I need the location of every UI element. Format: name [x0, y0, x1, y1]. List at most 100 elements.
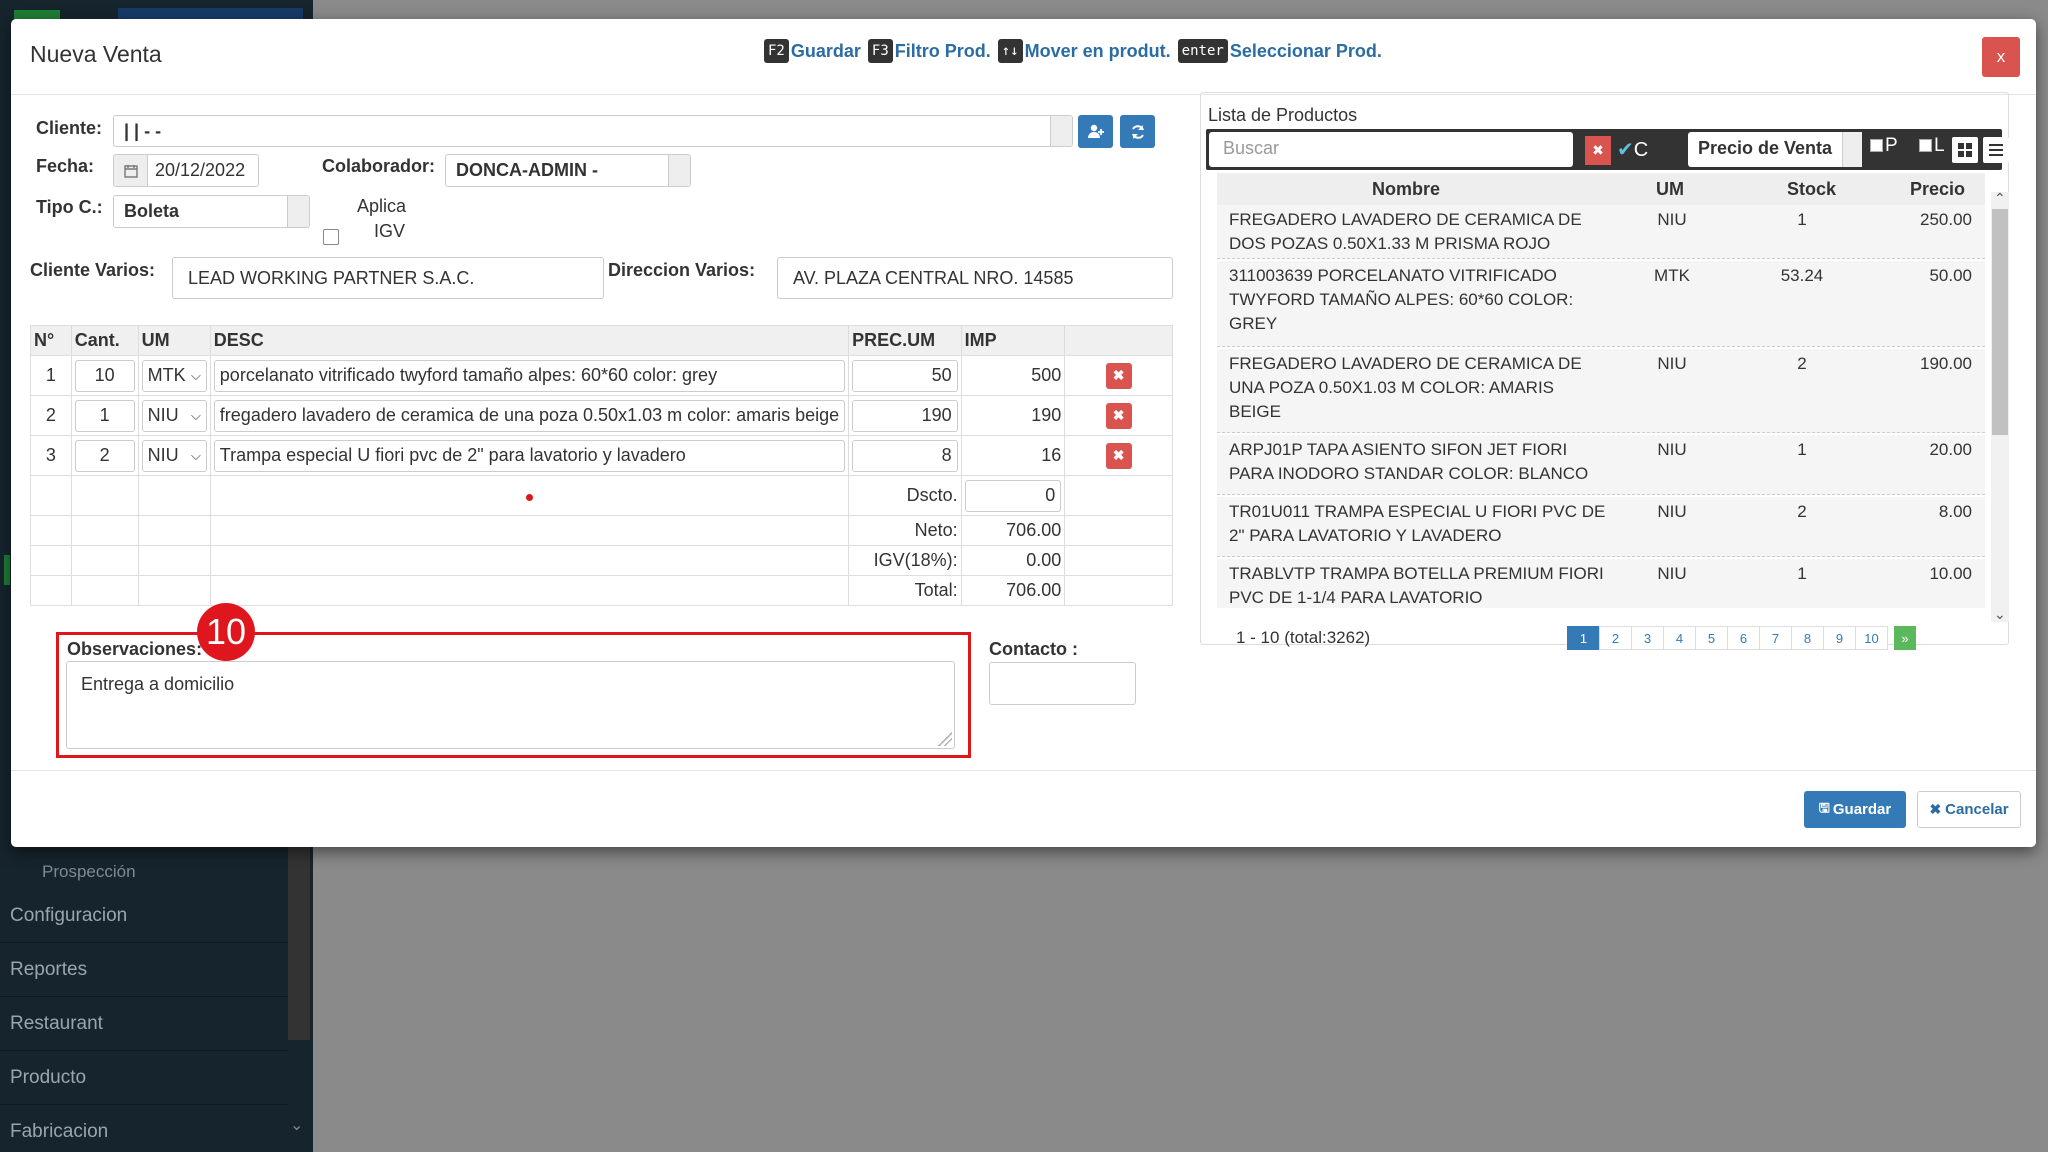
l-filter-toggle[interactable]: L	[1919, 135, 1945, 157]
shortcut-seleccionar: Seleccionar Prod.	[1229, 40, 1382, 61]
colaborador-select[interactable]: DONCA-ADMIN -	[445, 154, 691, 187]
um-select[interactable]: MTK ⌵	[141, 359, 207, 392]
delete-row-button[interactable]: ✖	[1105, 362, 1132, 389]
calendar-icon[interactable]	[114, 155, 148, 186]
page-10[interactable]: 10	[1855, 626, 1888, 650]
shortcut-key-enter: enter	[1177, 39, 1228, 63]
sidebar-scroll-down-icon[interactable]: ⌄	[290, 1115, 303, 1135]
tipo-comprobante-label: Tipo C.:	[36, 197, 103, 217]
tipo-comprobante-select[interactable]: Boleta	[113, 195, 310, 228]
col-header-um: UM	[1656, 179, 1684, 199]
col-header-cant: Cant.	[70, 325, 139, 356]
next-page-button[interactable]: »	[1894, 626, 1916, 650]
product-stock: 2	[1797, 502, 1807, 521]
modal-header: Nueva Venta F2 Guardar F3 Filtro Prod. ↑↓ M…	[11, 19, 2036, 95]
save-button[interactable]: 🖫 Guardar	[1804, 791, 1906, 828]
product-list-title: Lista de Productos	[1208, 105, 1358, 125]
product-name: FREGADERO LAVADERO DE CERAMICA DE UNA PO…	[1229, 354, 1582, 421]
c-filter-toggle[interactable]: ✔C	[1617, 137, 1648, 162]
price-type-dropdown-icon[interactable]	[1842, 132, 1862, 167]
product-stock: 53.24	[1780, 266, 1824, 285]
price-type-select[interactable]: Precio de Venta	[1688, 132, 1862, 167]
delete-row-button[interactable]: ✖	[1105, 402, 1132, 429]
list-view-button[interactable]	[1983, 137, 2009, 163]
cliente-varios-input[interactable]: LEAD WORKING PARTNER S.A.C.	[172, 257, 604, 299]
product-scrollbar-thumb[interactable]	[1992, 209, 2008, 435]
sidebar-item-fabricacion[interactable]: Fabricacion	[0, 1105, 288, 1152]
sidebar-sub-item[interactable]: Prospección	[42, 862, 136, 882]
sidebar-item-reportes[interactable]: Reportes	[0, 943, 288, 997]
add-client-button[interactable]	[1078, 115, 1113, 148]
col-header-n: N°	[30, 325, 72, 356]
dscto-input[interactable]: 0	[964, 479, 1062, 512]
product-row[interactable]: FREGADERO LAVADERO DE CERAMICA DE UNA PO…	[1217, 349, 1985, 433]
resize-handle-icon[interactable]	[938, 732, 952, 746]
scroll-up-icon[interactable]: ⌃	[1994, 190, 2006, 207]
page-4[interactable]: 4	[1663, 626, 1696, 650]
clear-search-button[interactable]: ✖	[1585, 136, 1611, 165]
shortcut-mover: Mover en produt.	[1024, 40, 1171, 61]
tipo-dropdown-icon[interactable]	[287, 196, 309, 227]
p-checkbox[interactable]	[1870, 139, 1883, 153]
desc-input[interactable]: porcelanato vitrificado twyford tamaño a…	[213, 359, 846, 392]
product-stock: 1	[1797, 210, 1807, 229]
um-select[interactable]: NIU ⌵	[141, 439, 207, 472]
observaciones-textarea[interactable]: Entrega a domicilio	[66, 661, 955, 749]
cliente-dropdown-icon[interactable]	[1050, 116, 1072, 146]
product-search-input[interactable]: Buscar	[1209, 132, 1573, 167]
grid-view-button[interactable]	[1952, 137, 1978, 163]
direccion-varios-input[interactable]: AV. PLAZA CENTRAL NRO. 14585	[777, 257, 1173, 299]
qty-input[interactable]: 1	[74, 399, 135, 432]
refresh-client-button[interactable]	[1120, 115, 1155, 148]
price-input[interactable]: 8	[852, 439, 958, 472]
row-number: 3	[30, 435, 72, 476]
l-checkbox[interactable]	[1919, 139, 1932, 153]
sidebar-item-producto[interactable]: Producto	[0, 1051, 288, 1105]
close-button[interactable]: x	[1982, 37, 2020, 77]
desc-input[interactable]: fregadero lavadero de ceramica de una po…	[213, 399, 846, 432]
save-icon: 🖫	[1818, 799, 1830, 815]
contacto-input[interactable]	[989, 662, 1136, 705]
page-9[interactable]: 9	[1823, 626, 1856, 650]
scroll-down-icon[interactable]: ⌄	[1994, 606, 2006, 623]
um-select[interactable]: NIU ⌵	[141, 399, 207, 432]
col-header-stock: Stock	[1787, 179, 1837, 199]
page-8[interactable]: 8	[1791, 626, 1824, 650]
page-1[interactable]: 1	[1567, 626, 1600, 650]
observaciones-label: Observaciones:	[67, 639, 203, 659]
page-3[interactable]: 3	[1631, 626, 1664, 650]
igv-row: IGV(18%): 0.00	[30, 545, 1173, 576]
colaborador-label: Colaborador:	[322, 156, 436, 176]
product-name: 311003639 PORCELANATO VITRIFICADO TWYFOR…	[1229, 266, 1574, 333]
product-name: TRABLVTP TRAMPA BOTELLA PREMIUM FIORI PV…	[1229, 564, 1604, 607]
colaborador-dropdown-icon[interactable]	[668, 155, 690, 186]
product-row[interactable]: TRABLVTP TRAMPA BOTELLA PREMIUM FIORI PV…	[1217, 559, 1985, 608]
product-row[interactable]: ARPJ01P TAPA ASIENTO SIFON JET FIORI PAR…	[1217, 435, 1985, 495]
desc-input[interactable]: Trampa especial U fiori pvc de 2" para l…	[213, 439, 846, 472]
um-value: NIU	[147, 405, 179, 425]
sidebar-item-configuracion[interactable]: Configuracion	[0, 889, 288, 943]
qty-input[interactable]: 2	[74, 439, 135, 472]
cancel-button[interactable]: ✖ Cancelar	[1917, 791, 2021, 828]
page-6[interactable]: 6	[1727, 626, 1760, 650]
price-input[interactable]: 50	[852, 359, 958, 392]
price-type-value: Precio de Venta	[1698, 138, 1833, 158]
cursor-dot	[525, 494, 533, 501]
p-filter-toggle[interactable]: P	[1870, 135, 1898, 157]
cliente-select[interactable]: | | - -	[113, 115, 1073, 147]
price-input[interactable]: 190	[852, 399, 958, 432]
delete-row-button[interactable]: ✖	[1105, 442, 1132, 469]
product-row[interactable]: 311003639 PORCELANATO VITRIFICADO TWYFOR…	[1217, 261, 1985, 347]
aplica-igv-checkbox[interactable]	[323, 229, 339, 245]
product-row[interactable]: TR01U011 TRAMPA ESPECIAL U FIORI PVC DE …	[1217, 497, 1985, 557]
page-5[interactable]: 5	[1695, 626, 1728, 650]
sidebar-item-restaurant[interactable]: Restaurant	[0, 997, 288, 1051]
page-2[interactable]: 2	[1599, 626, 1632, 650]
col-header-actions	[1064, 325, 1173, 356]
page-7[interactable]: 7	[1759, 626, 1792, 650]
product-price: 20.00	[1929, 440, 1972, 459]
qty-input[interactable]: 10	[74, 359, 135, 392]
product-row[interactable]: FREGADERO LAVADERO DE CERAMICA DE DOS PO…	[1217, 205, 1985, 259]
modal-title: Nueva Venta	[30, 41, 162, 67]
fecha-input[interactable]: 20/12/2022	[113, 154, 259, 187]
